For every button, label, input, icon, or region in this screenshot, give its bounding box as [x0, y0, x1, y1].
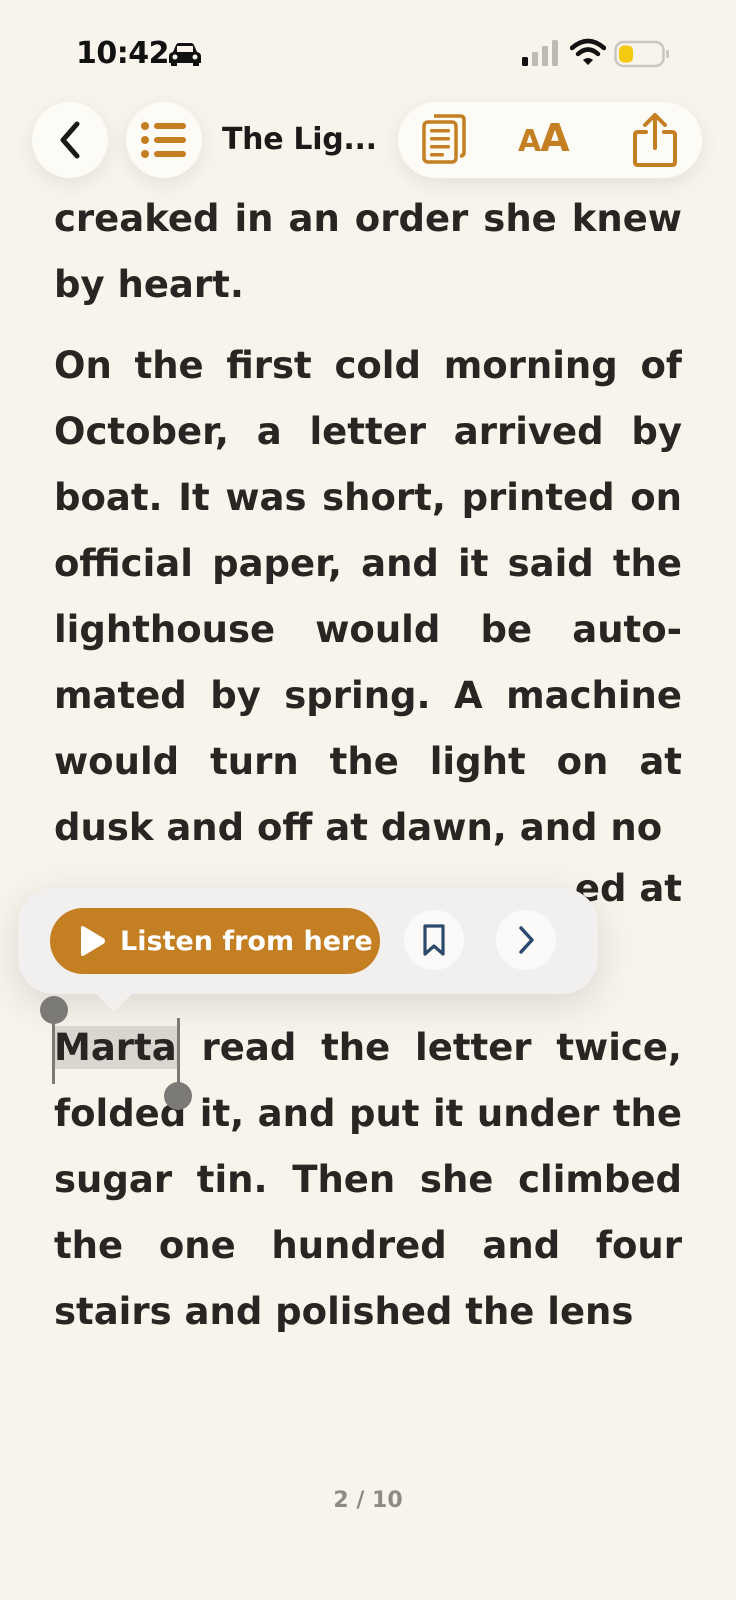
listen-label: Listen from here — [120, 925, 373, 957]
status-bar: 10:42 — [0, 0, 736, 100]
paragraph-2: On the first cold morning of October, a … — [54, 344, 682, 849]
next-button[interactable] — [496, 910, 556, 970]
selection-start-bar — [52, 1018, 55, 1084]
bookmark-icon — [423, 924, 445, 956]
contents-button[interactable] — [126, 102, 202, 178]
paragraph-3-text: read the letter twice, folded it, and pu… — [54, 1026, 682, 1333]
selection-end-handle[interactable] — [164, 1082, 192, 1110]
popup-pointer — [92, 990, 136, 1012]
selection-start-handle[interactable] — [40, 996, 68, 1024]
paragraph-3: Marta read the letter twice, folded it, … — [54, 1015, 682, 1345]
bookmark-button[interactable] — [404, 910, 464, 970]
status-time: 10:42 — [76, 36, 170, 71]
listen-from-here-button[interactable]: Listen from here — [50, 908, 380, 974]
toolbar-actions: AA — [398, 102, 702, 178]
text-size-button[interactable]: AA — [518, 116, 570, 160]
share-icon[interactable] — [632, 112, 678, 168]
back-icon — [60, 121, 80, 159]
reader-toolbar: The Lig... AA — [0, 100, 736, 180]
paragraph-1: creaked in an order she knew by heart. — [54, 197, 682, 306]
car-icon — [169, 43, 201, 66]
pages-icon[interactable] — [420, 114, 468, 166]
back-button[interactable] — [32, 102, 108, 178]
list-icon — [141, 122, 186, 158]
selected-text[interactable]: Marta — [54, 1026, 177, 1069]
listen-popup: Listen from here — [18, 888, 598, 994]
aa-large-label: A — [540, 116, 569, 160]
wifi-icon — [570, 38, 606, 65]
play-icon — [81, 926, 105, 956]
book-title[interactable]: The Lig... — [222, 122, 377, 157]
signal-icon — [522, 40, 558, 66]
chevron-right-icon — [519, 926, 534, 954]
aa-small-label: A — [518, 124, 541, 159]
page-indicator: 2 / 10 — [333, 1488, 403, 1513]
battery-icon — [614, 40, 669, 68]
